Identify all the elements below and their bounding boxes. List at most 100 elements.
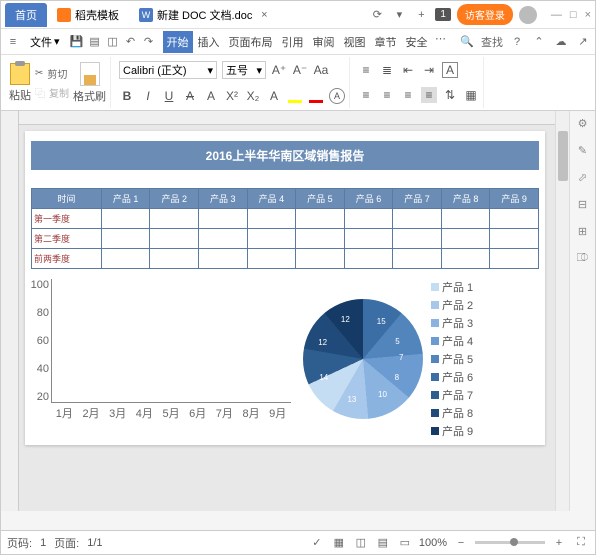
ribbon-toolbar: 粘贴 ✂剪切 ⿻复制 格式刷 Calibri (正文)▾ 五号▾ A⁺ A⁻ A… [1, 55, 595, 111]
outdent-icon[interactable]: ⇤ [400, 62, 416, 78]
tools-icon[interactable]: ⎄ [577, 252, 589, 265]
circled-button[interactable]: A [329, 88, 345, 104]
style-icon[interactable]: A [442, 62, 458, 78]
zoom-in-icon[interactable]: + [551, 535, 567, 551]
help-icon[interactable]: ? [509, 34, 525, 50]
scroll-thumb[interactable] [558, 131, 568, 181]
zoom-value[interactable]: 100% [419, 537, 447, 549]
shrink-font-icon[interactable]: A⁻ [292, 62, 308, 78]
statusbar: 页码: 1 页面: 1/1 ✓ ▦ ◫ ▤ ▭ 100% − + ⛶ [1, 530, 595, 554]
menubar: ≡ 文件▾ 💾 ▤ ◫ ↶ ↷ 开始 插入 页面布局 引用 审阅 视图 章节 安… [1, 29, 595, 55]
numbering-icon[interactable]: ≣ [379, 62, 395, 78]
grow-font-icon[interactable]: A⁺ [271, 62, 287, 78]
ribbon-more-icon[interactable]: ⋯ [433, 31, 449, 47]
close-tab-icon[interactable]: × [256, 7, 272, 23]
ruler-icon[interactable]: ⊟ [578, 198, 587, 211]
view2-icon[interactable]: ◫ [353, 535, 369, 551]
format-brush-button[interactable]: 格式刷 [73, 62, 106, 104]
paste-button[interactable]: 粘贴 [9, 63, 31, 103]
ribbon-tab-layout[interactable]: 页面布局 [225, 31, 277, 53]
data-table: 时间产品 1产品 2产品 3产品 4产品 5产品 6产品 7产品 8产品 9 第… [31, 188, 539, 269]
doc-title: 2016上半年华南区域销售报告 [31, 141, 539, 170]
view1-icon[interactable]: ▦ [331, 535, 347, 551]
add-tab-icon[interactable]: + [413, 7, 429, 23]
view4-icon[interactable]: ▭ [397, 535, 413, 551]
bullets-icon[interactable]: ≡ [358, 62, 374, 78]
brush-icon [80, 62, 100, 86]
close-icon[interactable]: × [585, 9, 591, 21]
ribbon-tab-review[interactable]: 审阅 [309, 31, 339, 53]
notification-badge[interactable]: 1 [435, 8, 451, 21]
justify-icon[interactable]: ≡ [421, 87, 437, 103]
copy-button[interactable]: ⿻复制 [35, 85, 69, 100]
underline-button[interactable]: U [161, 88, 177, 104]
table-header: 产品 8 [441, 189, 490, 209]
table-header: 产品 6 [344, 189, 393, 209]
undo-icon[interactable]: ↶ [123, 34, 139, 50]
cloud-icon[interactable]: ☁ [553, 34, 569, 50]
properties-icon[interactable]: ⊞ [578, 225, 587, 238]
preview-icon[interactable]: ◫ [105, 34, 121, 50]
align-left-icon[interactable]: ≡ [358, 87, 374, 103]
file-menu[interactable]: 文件▾ [23, 31, 67, 53]
login-button[interactable]: 访客登录 [457, 4, 513, 25]
strike-button[interactable]: A [182, 88, 198, 104]
size-select[interactable]: 五号▾ [222, 61, 266, 79]
share-icon[interactable]: ↗ [575, 34, 591, 50]
redo-icon[interactable]: ↷ [141, 34, 157, 50]
pages-label: 页面: [54, 535, 79, 551]
spellcheck-icon[interactable]: ✓ [309, 535, 325, 551]
superscript-button[interactable]: A [203, 88, 219, 104]
ribbon-tab-view[interactable]: 视图 [340, 31, 370, 53]
avatar[interactable] [519, 6, 537, 24]
template-icon [57, 8, 71, 22]
right-sidebar: ⚙ ✎ ⬀ ⊟ ⊞ ⎄ [569, 111, 595, 511]
ribbon-tab-start[interactable]: 开始 [163, 31, 193, 53]
maximize-icon[interactable]: □ [570, 9, 577, 21]
indent-icon[interactable]: ⇥ [421, 62, 437, 78]
save-icon[interactable]: 💾 [69, 34, 85, 50]
shading-icon[interactable]: ▦ [463, 87, 479, 103]
highlight-button[interactable] [287, 88, 303, 104]
sub2-button[interactable]: X₂ [245, 88, 261, 104]
align-center-icon[interactable]: ≡ [379, 87, 395, 103]
view3-icon[interactable]: ▤ [375, 535, 391, 551]
align-right-icon[interactable]: ≡ [400, 87, 416, 103]
zoom-out-icon[interactable]: − [453, 535, 469, 551]
find-label[interactable]: 查找 [481, 34, 503, 50]
search-icon[interactable]: 🔍 [459, 34, 475, 50]
menu-icon[interactable]: ▾ [391, 7, 407, 23]
cut-button[interactable]: ✂剪切 [35, 66, 69, 81]
page-canvas[interactable]: 2016上半年华南区域销售报告 时间产品 1产品 2产品 3产品 4产品 5产品… [19, 111, 555, 511]
pencil-icon[interactable]: ✎ [578, 144, 587, 157]
collapse-icon[interactable]: ⌃ [531, 34, 547, 50]
sync-icon[interactable]: ⟳ [369, 7, 385, 23]
ribbon-tab-security[interactable]: 安全 [402, 31, 432, 53]
case-icon[interactable]: Aa [313, 62, 329, 78]
zoom-slider[interactable] [475, 541, 545, 544]
subscript-button[interactable]: X² [224, 88, 240, 104]
linespacing-icon[interactable]: ⇅ [442, 87, 458, 103]
fullscreen-icon[interactable]: ⛶ [573, 535, 589, 551]
ribbon-tab-ref[interactable]: 引用 [278, 31, 308, 53]
paste-icon [10, 63, 30, 85]
app-menu-icon[interactable]: ≡ [5, 34, 21, 50]
select-icon[interactable]: ⬀ [578, 171, 587, 184]
vertical-ruler[interactable] [1, 111, 19, 511]
pie-legend: 产品 1产品 2产品 3产品 4产品 5产品 6产品 7产品 8产品 9 [431, 279, 473, 439]
ribbon-tab-insert[interactable]: 插入 [194, 31, 224, 53]
italic-button[interactable]: I [140, 88, 156, 104]
minimize-icon[interactable]: — [551, 9, 562, 21]
bold-button[interactable]: B [119, 88, 135, 104]
fontfx-button[interactable]: A [266, 88, 282, 104]
horizontal-ruler[interactable] [19, 111, 555, 125]
tab-template[interactable]: 稻壳模板 [47, 3, 129, 27]
settings-icon[interactable]: ⚙ [578, 117, 588, 130]
tab-home[interactable]: 首页 [5, 3, 47, 27]
font-select[interactable]: Calibri (正文)▾ [119, 61, 217, 79]
print-icon[interactable]: ▤ [87, 34, 103, 50]
ribbon-tab-section[interactable]: 章节 [371, 31, 401, 53]
fontcolor-button[interactable] [308, 88, 324, 104]
vertical-scrollbar[interactable] [555, 111, 569, 511]
tab-document[interactable]: W新建 DOC 文档.doc× [129, 3, 282, 27]
